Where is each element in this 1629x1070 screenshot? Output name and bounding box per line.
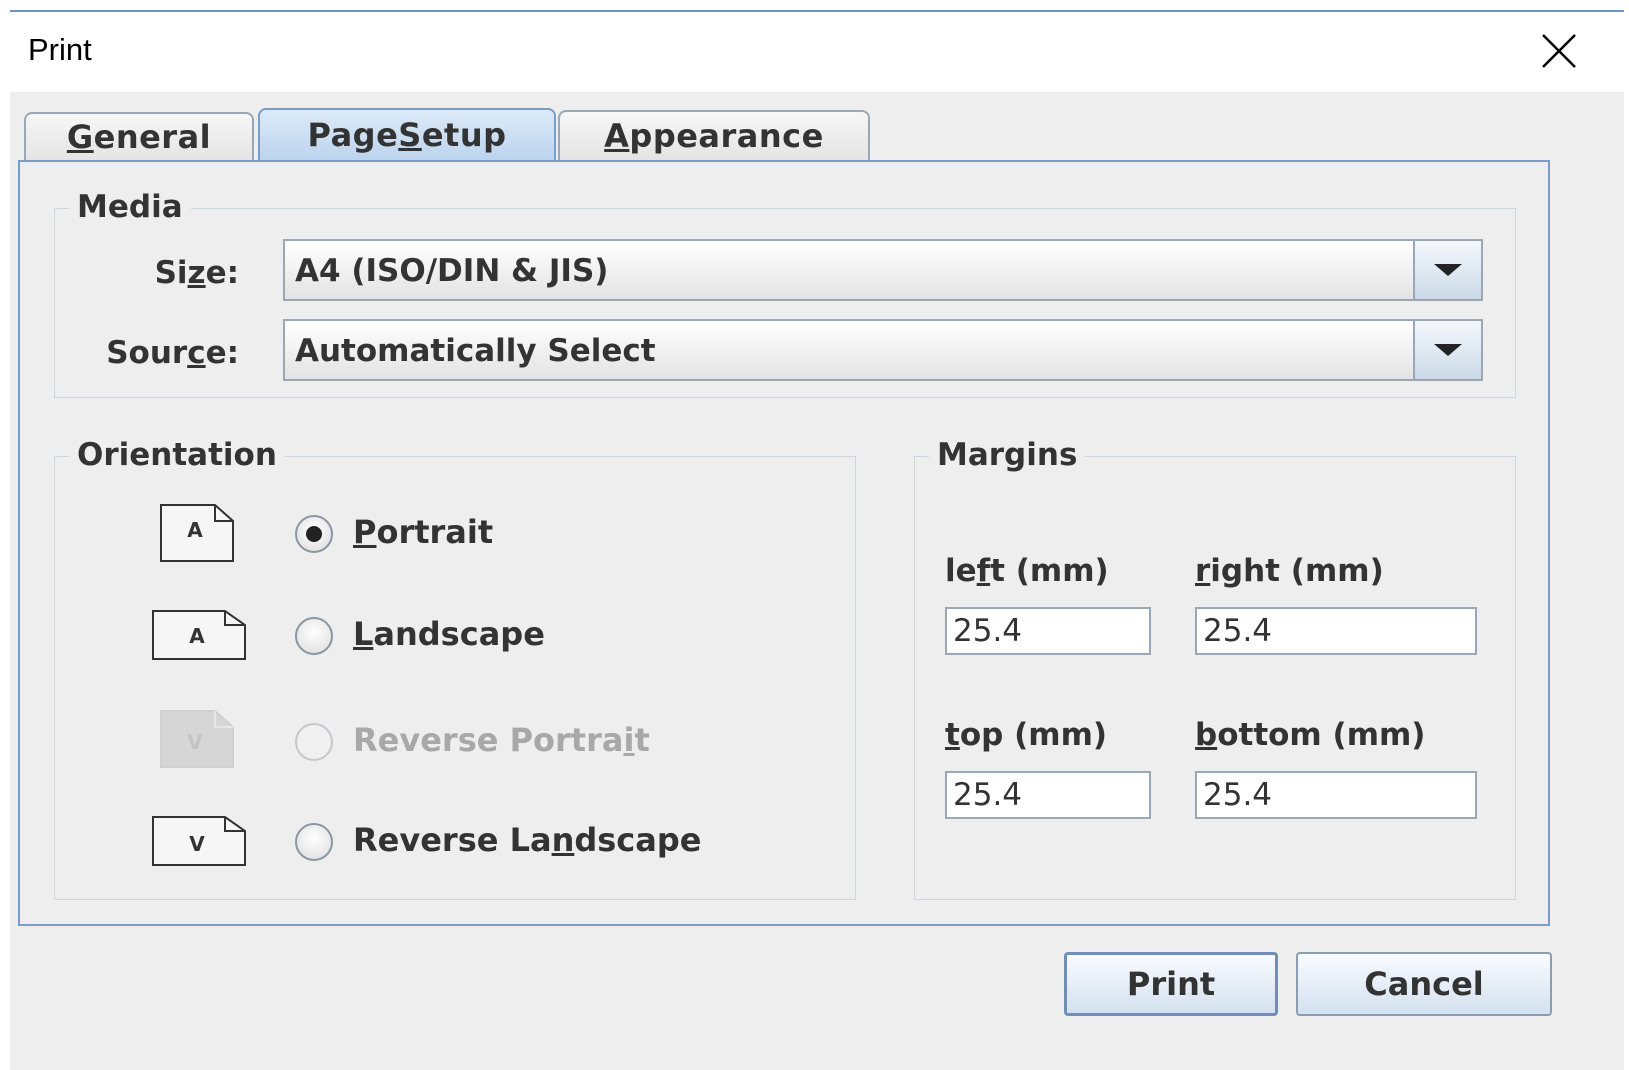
portrait-label[interactable]: Portrait bbox=[353, 513, 493, 551]
size-dropdown-button[interactable] bbox=[1413, 241, 1481, 299]
media-group: Media Size: A4 (ISO/DIN & JIS) Source: A… bbox=[54, 189, 1516, 398]
landscape-page-icon: A bbox=[152, 610, 246, 660]
size-combobox[interactable]: A4 (ISO/DIN & JIS) bbox=[283, 239, 1483, 301]
close-button[interactable] bbox=[1534, 26, 1584, 76]
tab-appearance[interactable]: Appearance bbox=[558, 110, 870, 160]
size-label: Size: bbox=[154, 255, 239, 291]
reverse-portrait-label: Reverse Portrait bbox=[353, 721, 650, 759]
portrait-radio[interactable] bbox=[295, 515, 333, 553]
dialog-title: Print bbox=[28, 32, 92, 67]
margins-group: Margins left (mm) right (mm) top (mm) bo… bbox=[914, 437, 1516, 900]
bottom-margin-input[interactable] bbox=[1195, 771, 1477, 819]
reverse-portrait-page-icon: V bbox=[160, 710, 234, 768]
cancel-button[interactable]: Cancel bbox=[1296, 952, 1552, 1016]
right-margin-input[interactable] bbox=[1195, 607, 1477, 655]
source-value: Automatically Select bbox=[295, 333, 656, 369]
reverse-landscape-page-icon: V bbox=[152, 816, 246, 866]
left-margin-label: left (mm) bbox=[945, 553, 1109, 589]
chevron-down-icon bbox=[1434, 344, 1462, 356]
orientation-group-title: Orientation bbox=[69, 437, 285, 473]
right-margin-label: right (mm) bbox=[1195, 553, 1384, 589]
left-margin-input[interactable] bbox=[945, 607, 1151, 655]
source-dropdown-button[interactable] bbox=[1413, 321, 1481, 379]
reverse-portrait-radio bbox=[295, 723, 333, 761]
bottom-margin-label: bottom (mm) bbox=[1195, 717, 1426, 753]
reverse-landscape-label[interactable]: Reverse Landscape bbox=[353, 821, 701, 859]
print-button[interactable]: Print bbox=[1064, 952, 1278, 1016]
source-label: Source: bbox=[106, 335, 239, 371]
title-bar: Print bbox=[10, 12, 1624, 92]
size-value: A4 (ISO/DIN & JIS) bbox=[295, 253, 609, 289]
svg-text:V: V bbox=[187, 730, 203, 754]
svg-text:A: A bbox=[187, 518, 203, 542]
close-icon bbox=[1542, 34, 1576, 68]
top-margin-label: top (mm) bbox=[945, 717, 1108, 753]
media-group-title: Media bbox=[69, 189, 191, 225]
svg-text:A: A bbox=[189, 624, 205, 648]
print-dialog: Print General Page Setup Appearance Medi… bbox=[10, 10, 1624, 1070]
tab-page-setup[interactable]: Page Setup bbox=[258, 108, 556, 160]
tab-general[interactable]: General bbox=[24, 112, 254, 160]
svg-text:V: V bbox=[189, 832, 205, 856]
portrait-page-icon: A bbox=[160, 504, 234, 562]
landscape-radio[interactable] bbox=[295, 617, 333, 655]
top-margin-input[interactable] bbox=[945, 771, 1151, 819]
margins-group-title: Margins bbox=[929, 437, 1086, 473]
source-combobox[interactable]: Automatically Select bbox=[283, 319, 1483, 381]
chevron-down-icon bbox=[1434, 264, 1462, 276]
page-setup-panel: Media Size: A4 (ISO/DIN & JIS) Source: A… bbox=[18, 160, 1550, 926]
landscape-label[interactable]: Landscape bbox=[353, 615, 545, 653]
orientation-group: Orientation A Portrait A Landscape V Rev… bbox=[54, 437, 856, 900]
reverse-landscape-radio[interactable] bbox=[295, 823, 333, 861]
